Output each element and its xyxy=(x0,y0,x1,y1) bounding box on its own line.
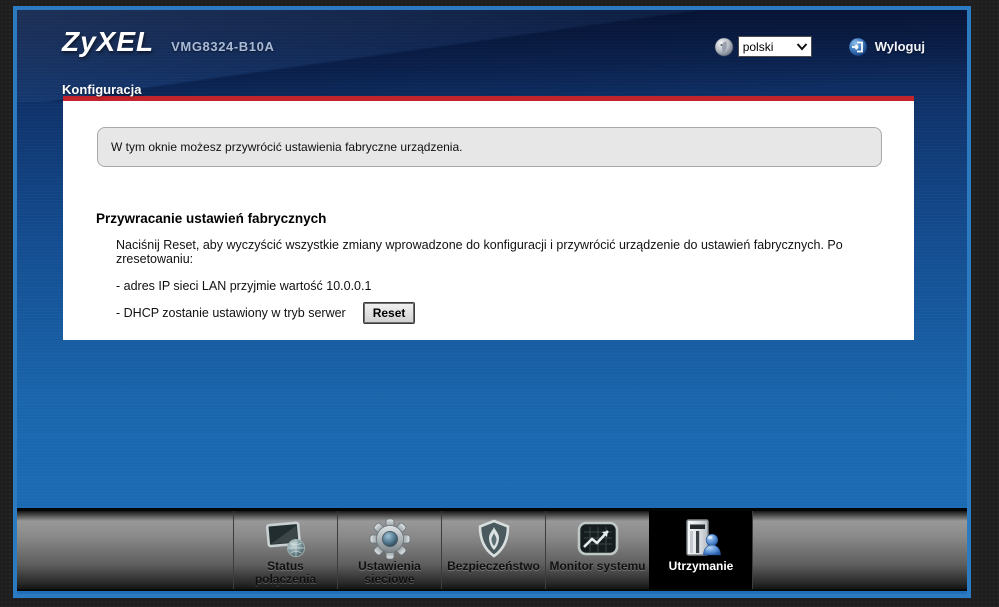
language-selected-value: polski xyxy=(743,40,774,54)
maintenance-icon xyxy=(678,518,724,560)
nav-item-network-settings[interactable]: Ustawienia sieciowe xyxy=(337,511,441,589)
bullet-dhcp-text: - DHCP zostanie ustawiony w tryb serwer xyxy=(116,306,346,320)
bullet-lan-ip: - adres IP sieci LAN przyjmie wartość 10… xyxy=(116,279,914,293)
network-settings-icon xyxy=(369,518,411,560)
connection-status-icon xyxy=(263,518,309,560)
reset-button[interactable]: Reset xyxy=(364,303,415,323)
nav-item-connection-status[interactable]: Status połączenia xyxy=(233,511,337,589)
device-model: VMG8324-B10A xyxy=(171,39,274,54)
info-message-text: W tym oknie możesz przywrócić ustawienia… xyxy=(111,140,462,154)
security-shield-icon xyxy=(473,518,515,560)
bullet-dhcp-row: - DHCP zostanie ustawiony w tryb serwer … xyxy=(116,303,914,323)
logout-icon xyxy=(848,37,868,57)
zyxel-logo: ZyXEL xyxy=(62,26,154,58)
page-title: Konfiguracja xyxy=(62,82,141,97)
bottom-nav-bar: Status połączenia xyxy=(17,508,967,591)
nav-item-system-monitor[interactable]: Monitor systemu xyxy=(545,511,649,589)
section-description: Naciśnij Reset, aby wyczyścić wszystkie … xyxy=(116,238,914,266)
nav-item-security[interactable]: Bezpieczeństwo xyxy=(441,511,545,589)
info-message-box: W tym oknie możesz przywrócić ustawienia… xyxy=(97,127,882,167)
nav-items: Status połączenia xyxy=(233,511,753,589)
nav-label-maintenance: Utrzymanie xyxy=(667,560,736,589)
logout-button[interactable]: Wyloguj xyxy=(848,37,925,57)
factory-reset-section: Przywracanie ustawień fabrycznych Naciśn… xyxy=(96,211,914,323)
header-actions: polski Wyloguj xyxy=(714,36,925,57)
router-admin-page: ZyXEL VMG8324-B10A polski xyxy=(13,6,971,598)
language-select[interactable]: polski xyxy=(738,36,812,57)
nav-label-security: Bezpieczeństwo xyxy=(445,560,542,589)
nav-label-network-settings: Ustawienia sieciowe xyxy=(338,560,441,589)
language-globe-icon xyxy=(714,37,734,57)
system-monitor-icon xyxy=(575,518,621,560)
chevron-down-icon xyxy=(796,40,808,54)
content-panel: W tym oknie możesz przywrócić ustawienia… xyxy=(63,96,914,340)
logout-label: Wyloguj xyxy=(875,39,925,54)
section-heading: Przywracanie ustawień fabrycznych xyxy=(96,211,914,226)
brand-row: ZyXEL VMG8324-B10A xyxy=(62,26,274,58)
language-group: polski xyxy=(714,36,812,57)
nav-label-connection-status: Status połączenia xyxy=(234,560,337,589)
nav-label-system-monitor: Monitor systemu xyxy=(547,560,647,589)
nav-item-maintenance[interactable]: Utrzymanie xyxy=(649,511,753,589)
